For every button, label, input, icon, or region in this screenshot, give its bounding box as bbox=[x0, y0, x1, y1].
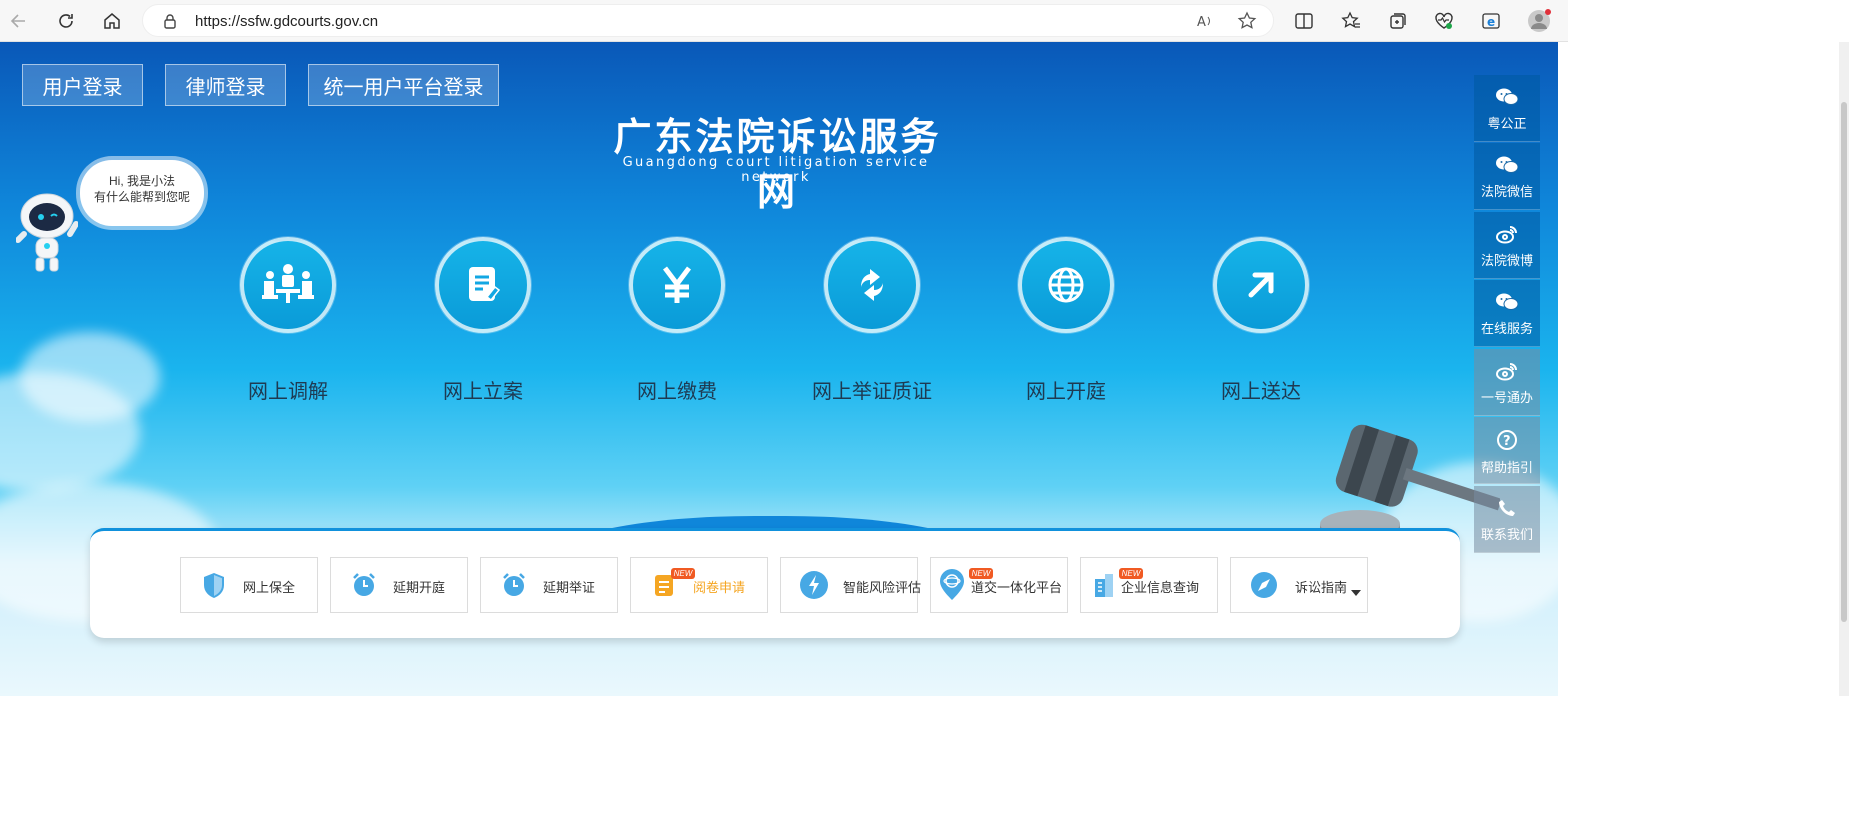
atom-pin-icon bbox=[937, 569, 967, 600]
floatbar-label: 联系我们 bbox=[1480, 527, 1533, 542]
refresh-arrows-icon[interactable] bbox=[824, 237, 920, 333]
floatbar-item-help[interactable]: ? 帮助指引 bbox=[1474, 417, 1540, 484]
service-online-filing[interactable]: 网上立案 bbox=[435, 237, 531, 403]
service-online-payment[interactable]: 网上缴费 bbox=[629, 237, 725, 403]
quicklink-label: 延期开庭 bbox=[393, 580, 446, 595]
chevron-down-icon[interactable] bbox=[1351, 583, 1361, 601]
yuan-icon[interactable] bbox=[629, 237, 725, 333]
floating-sidebar: 粤公正 法院微信 法院微博 在线服务 一号通办 ? 帮助指引 联系我们 bbox=[1474, 75, 1540, 553]
document-edit-icon[interactable] bbox=[435, 237, 531, 333]
quicklink-label: 阅卷申请 bbox=[693, 580, 746, 595]
home-icon[interactable] bbox=[97, 6, 127, 36]
quicklink-risk-assessment[interactable]: 智能风险评估 bbox=[780, 557, 922, 613]
service-label[interactable]: 网上调解 bbox=[200, 375, 376, 404]
wechat-icon bbox=[1496, 88, 1518, 105]
lock-icon bbox=[163, 13, 177, 34]
split-screen-icon[interactable] bbox=[1291, 8, 1317, 34]
site-subtitle: Guangdong court litigation service netwo… bbox=[622, 155, 930, 185]
address-bar[interactable]: https://ssfw.gdcourts.gov.cn A bbox=[142, 4, 1274, 37]
floatbar-label: 法院微信 bbox=[1480, 184, 1533, 199]
collections-icon[interactable] bbox=[1385, 8, 1411, 34]
shield-icon bbox=[199, 570, 229, 600]
wechat-icon bbox=[1496, 156, 1518, 173]
read-aloud-icon[interactable]: A bbox=[1195, 11, 1215, 36]
quicklink-label: 诉讼指南 bbox=[1295, 580, 1348, 595]
assistant-question: 有什么能帮到您呢 bbox=[93, 190, 190, 204]
quicklink-file-review[interactable]: NEW 阅卷申请 bbox=[630, 557, 768, 613]
service-label[interactable]: 网上缴费 bbox=[589, 375, 765, 404]
svg-text:A: A bbox=[1197, 15, 1206, 30]
floatbar-item-court-wechat[interactable]: 法院微信 bbox=[1474, 143, 1540, 210]
globe-icon[interactable] bbox=[1018, 237, 1114, 333]
weibo-icon bbox=[1496, 363, 1517, 381]
favorite-star-icon[interactable] bbox=[1237, 11, 1257, 36]
service-online-delivery[interactable]: 网上送达 bbox=[1213, 237, 1309, 403]
alarm-clock-icon bbox=[349, 570, 379, 600]
cloud-decoration bbox=[20, 332, 160, 422]
page-body: 用户登录 律师登录 统一用户平台登录 广东法院诉讼服务网 Guangdong c… bbox=[0, 42, 1558, 696]
floatbar-label: 粤公正 bbox=[1487, 116, 1527, 131]
quicklink-label: 延期举证 bbox=[543, 580, 596, 595]
favorites-icon[interactable] bbox=[1338, 8, 1364, 34]
service-label[interactable]: 网上送达 bbox=[1173, 375, 1349, 404]
building-icon bbox=[1089, 570, 1119, 600]
quicklink-label: 网上保全 bbox=[243, 580, 296, 595]
floatbar-item-one-number[interactable]: 一号通办 bbox=[1474, 349, 1540, 416]
weibo-icon bbox=[1496, 226, 1517, 244]
svg-text:e: e bbox=[1487, 15, 1495, 29]
quicklink-traffic-platform[interactable]: NEW 道交一体化平台 bbox=[930, 557, 1068, 613]
quicklink-label: 企业信息查询 bbox=[1121, 580, 1200, 595]
quicklink-label: 道交一体化平台 bbox=[971, 580, 1063, 595]
question-icon: ? bbox=[1497, 430, 1517, 450]
service-online-evidence[interactable]: 网上举证质证 bbox=[812, 237, 932, 403]
url-text: https://ssfw.gdcourts.gov.cn bbox=[195, 13, 379, 30]
floatbar-label: 在线服务 bbox=[1480, 321, 1533, 336]
floatbar-label: 法院微博 bbox=[1480, 253, 1533, 268]
floatbar-item-online-service[interactable]: 在线服务 bbox=[1474, 280, 1540, 347]
floatbar-item-yuegongzheng[interactable]: 粤公正 bbox=[1474, 75, 1540, 142]
quicklink-postpone-hearing[interactable]: 延期开庭 bbox=[330, 557, 468, 613]
quicklink-label: 智能风险评估 bbox=[843, 580, 922, 595]
quicklink-litigation-guide[interactable]: 诉讼指南 bbox=[1230, 557, 1368, 613]
service-label[interactable]: 网上立案 bbox=[395, 375, 571, 404]
health-icon[interactable] bbox=[1431, 8, 1457, 34]
quicklink-postpone-evidence[interactable]: 延期举证 bbox=[480, 557, 618, 613]
quicklink-online-preservation[interactable]: 网上保全 bbox=[180, 557, 318, 613]
lawyer-login-button[interactable]: 律师登录 bbox=[165, 64, 286, 106]
scrollbar[interactable] bbox=[1839, 42, 1849, 696]
assistant-speech-bubble[interactable]: Hi, 我是小法 有什么能帮到您呢 bbox=[80, 160, 204, 226]
back-arrow-icon[interactable] bbox=[4, 6, 34, 36]
people-meeting-icon[interactable] bbox=[240, 237, 336, 333]
browser-toolbar: https://ssfw.gdcourts.gov.cn A e bbox=[0, 0, 1568, 42]
lightning-icon bbox=[799, 570, 829, 600]
compass-icon bbox=[1249, 570, 1279, 600]
service-online-hearing[interactable]: 网上开庭 bbox=[1018, 237, 1114, 403]
robot-assistant-icon[interactable] bbox=[15, 190, 79, 274]
quick-links-card: 网上保全 延期开庭 延期举证 NEW 阅卷申请 智能风险评估 NEW 道交一体化… bbox=[90, 528, 1460, 638]
service-online-mediation[interactable]: 网上调解 bbox=[240, 237, 336, 403]
arrow-up-right-icon[interactable] bbox=[1213, 237, 1309, 333]
user-login-button[interactable]: 用户登录 bbox=[22, 64, 143, 106]
ie-mode-icon[interactable]: e bbox=[1478, 8, 1504, 34]
profile-avatar-icon[interactable] bbox=[1526, 8, 1552, 34]
new-badge: NEW bbox=[671, 568, 695, 579]
unified-platform-login-button[interactable]: 统一用户平台登录 bbox=[308, 64, 499, 106]
floatbar-label: 帮助指引 bbox=[1480, 460, 1533, 475]
alarm-clock-icon bbox=[499, 570, 529, 600]
scrollbar-thumb[interactable] bbox=[1841, 102, 1847, 622]
wechat-icon bbox=[1496, 293, 1518, 310]
phone-icon bbox=[1499, 500, 1515, 516]
floatbar-label: 一号通办 bbox=[1480, 390, 1533, 405]
assistant-greeting: Hi, 我是小法 bbox=[108, 174, 175, 188]
refresh-icon[interactable] bbox=[51, 6, 81, 36]
svg-text:?: ? bbox=[1503, 434, 1511, 449]
floatbar-item-contact[interactable]: 联系我们 bbox=[1474, 486, 1540, 553]
service-label[interactable]: 网上开庭 bbox=[978, 375, 1154, 404]
service-label[interactable]: 网上举证质证 bbox=[784, 375, 960, 404]
quicklink-company-search[interactable]: NEW 企业信息查询 bbox=[1080, 557, 1218, 613]
floatbar-item-court-weibo[interactable]: 法院微博 bbox=[1474, 212, 1540, 279]
